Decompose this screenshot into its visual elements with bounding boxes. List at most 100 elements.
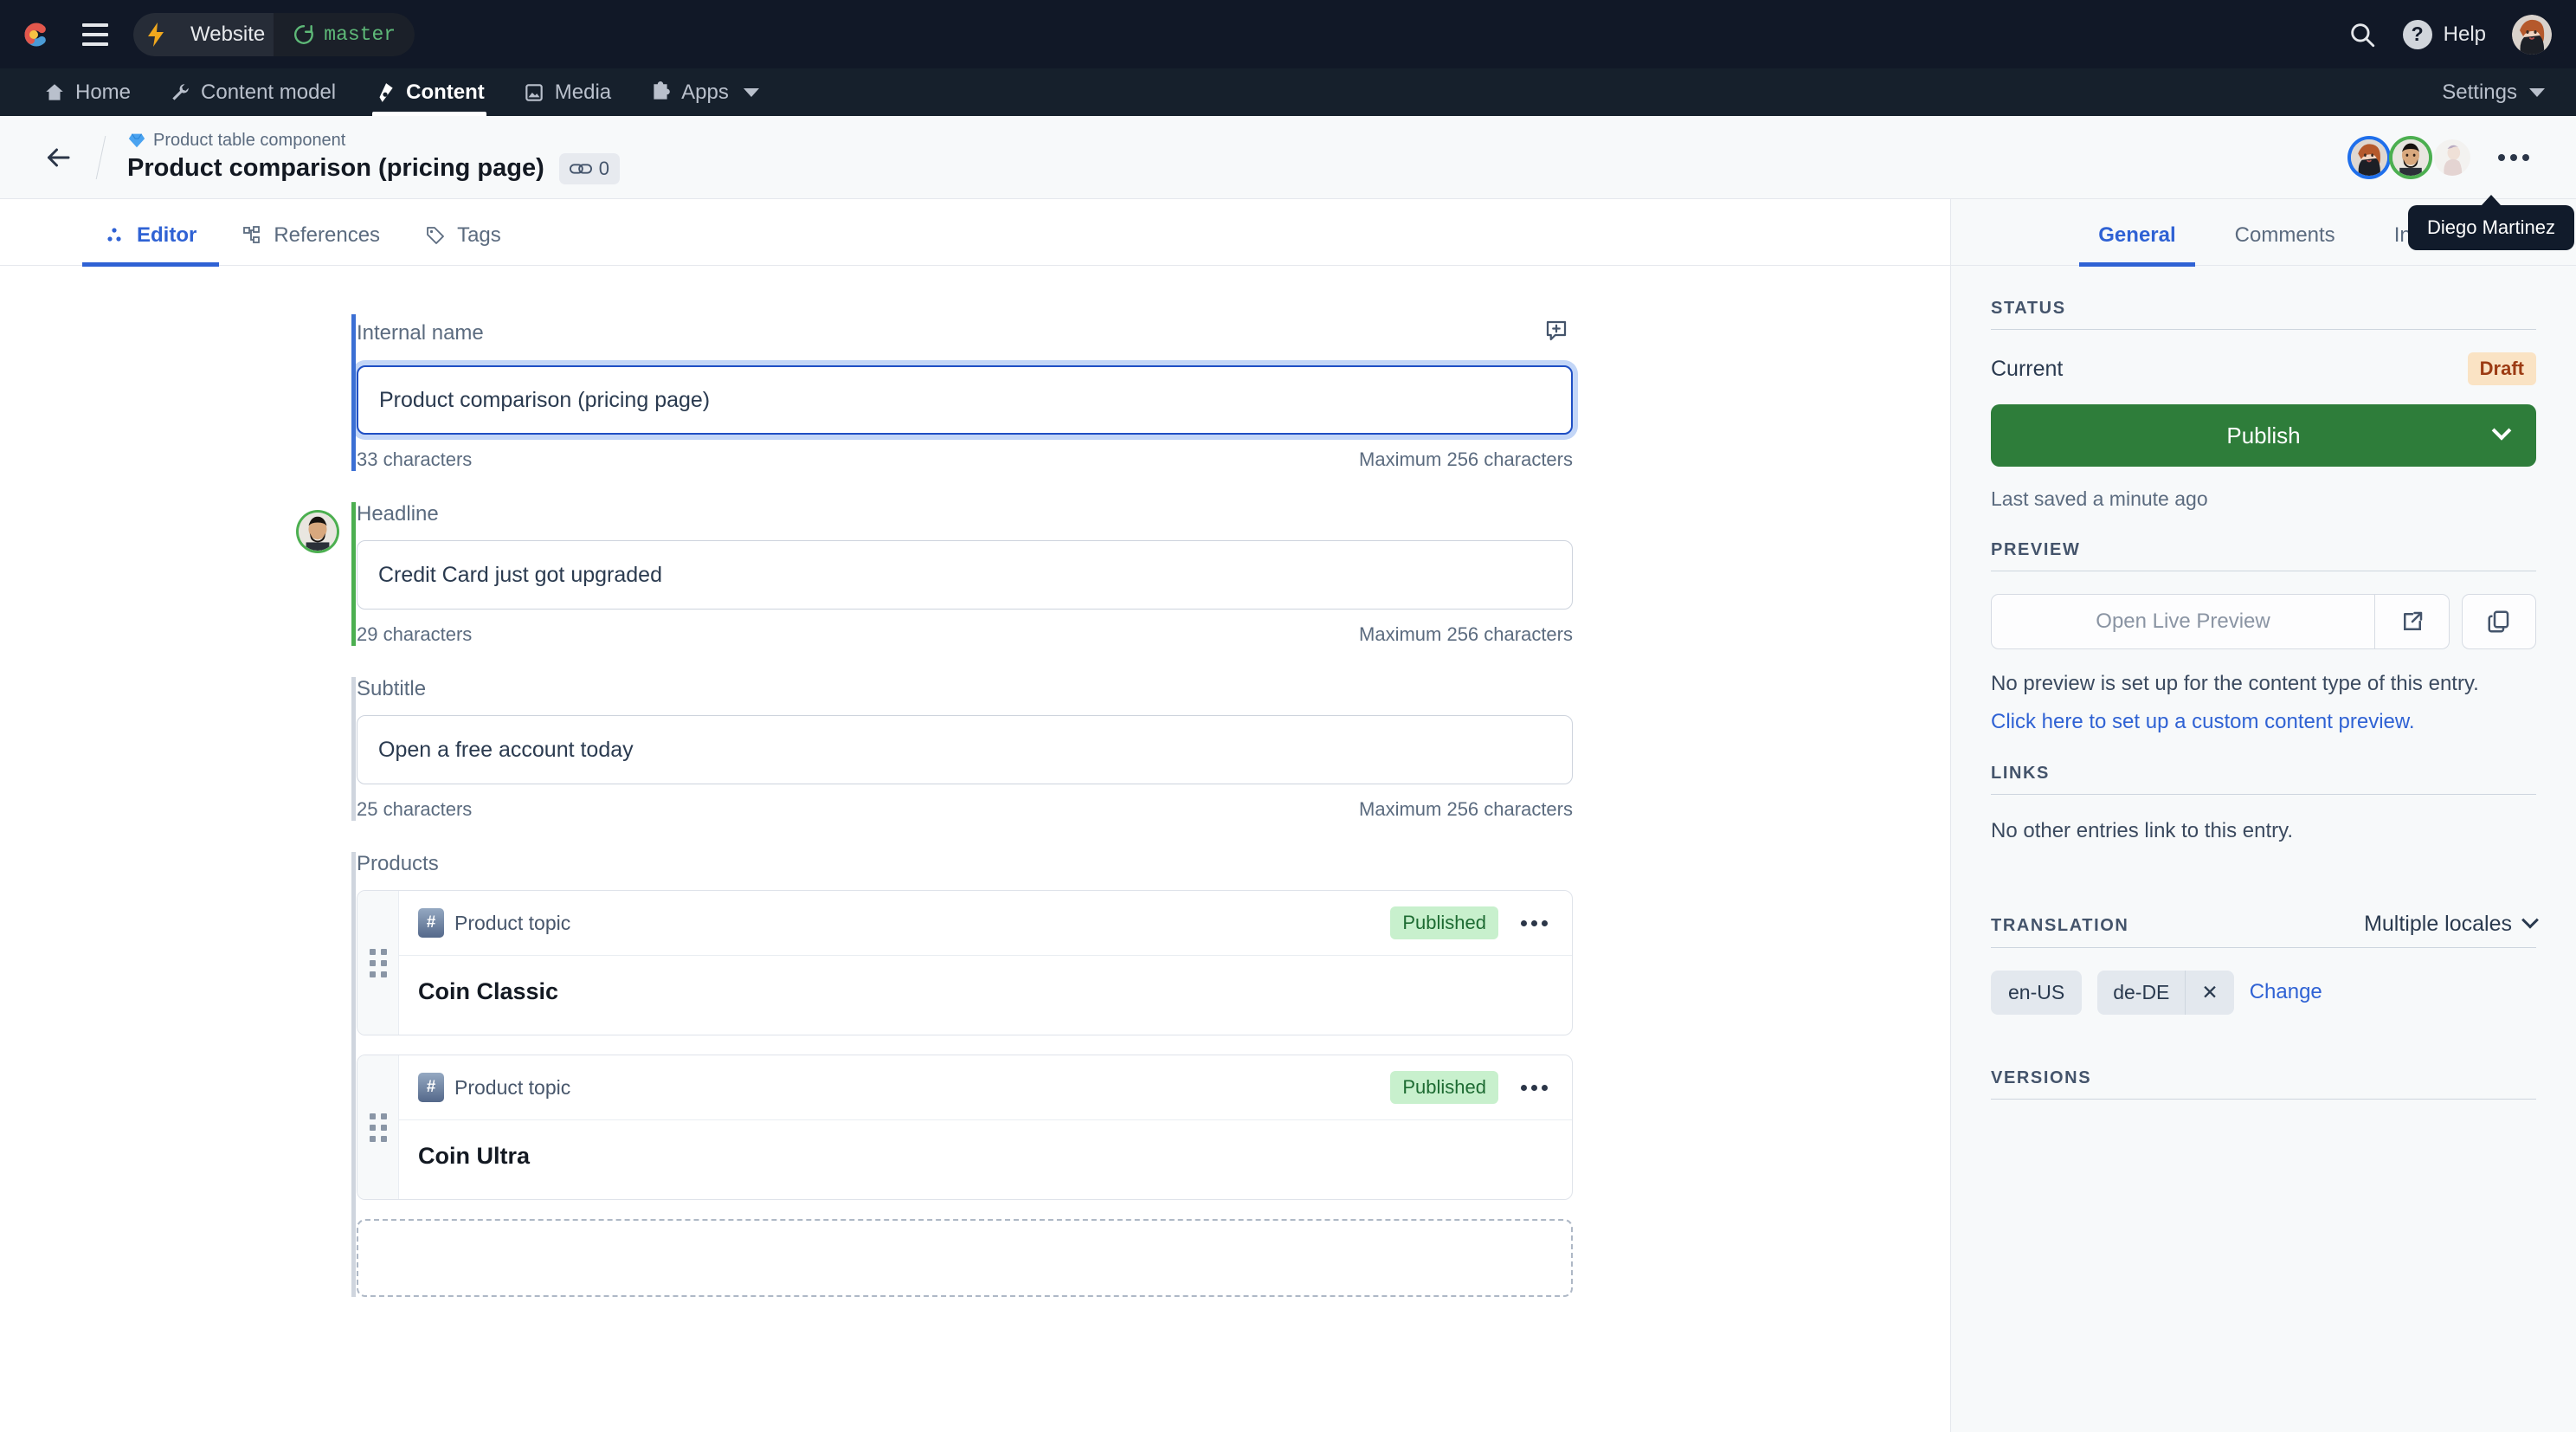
tab-references[interactable]: References — [219, 223, 402, 265]
publish-button[interactable]: Publish — [1991, 404, 2536, 467]
field-inner: Subtitle Open a free account today 25 ch… — [357, 677, 1573, 821]
menu-line — [82, 32, 108, 36]
chevron-down-icon — [743, 87, 759, 97]
branch-selector[interactable]: master — [274, 12, 415, 56]
field-label-row: Internal name — [357, 314, 1573, 352]
entry-card[interactable]: # Product topic Published — [357, 890, 1573, 1035]
card-body: # Product topic Published — [399, 891, 1572, 1035]
tab-label: References — [274, 223, 381, 247]
char-count: 29 characters — [357, 623, 473, 645]
field-collaborator-avatar[interactable] — [299, 513, 337, 551]
external-link-icon — [2403, 611, 2422, 630]
help-label: Help — [2443, 22, 2486, 46]
main-menu-button[interactable] — [76, 16, 114, 54]
menu-line — [82, 23, 108, 27]
help-button[interactable]: ? Help — [2402, 19, 2486, 49]
translation-section-header: TRANSLATION Multiple locales — [1991, 912, 2539, 948]
tag-icon — [427, 227, 444, 244]
field-subtitle: Subtitle Open a free account today 25 ch… — [0, 677, 1950, 821]
card-actions: Published — [1390, 906, 1553, 939]
entry-more-options-button[interactable] — [2486, 145, 2541, 170]
internal-name-input[interactable]: Product comparison (pricing page) — [357, 365, 1573, 435]
setup-preview-link[interactable]: Click here to set up a custom content pr… — [1991, 710, 2536, 734]
links-count-badge[interactable]: 0 — [558, 152, 621, 184]
locale-pill-de-de: de-DE ✕ — [2097, 970, 2234, 1015]
drag-handle-icon[interactable] — [357, 1055, 399, 1199]
presence-tooltip: Diego Martinez — [2408, 194, 2574, 250]
search-button[interactable] — [2347, 20, 2377, 49]
tab-editor[interactable]: Editor — [82, 223, 220, 267]
nav-item-media[interactable]: Media — [504, 68, 630, 116]
open-live-preview-button[interactable]: Open Live Preview — [1991, 594, 2375, 649]
publish-label: Publish — [2226, 422, 2301, 448]
input-value: Open a free account today — [378, 737, 634, 762]
locale-selector[interactable]: Multiple locales — [2364, 912, 2539, 937]
nav-item-home[interactable]: Home — [24, 68, 150, 116]
image-icon — [525, 83, 543, 101]
nav-label: Apps — [681, 80, 729, 104]
user-avatar[interactable] — [2512, 14, 2552, 55]
drag-grid — [369, 948, 387, 977]
input-value: Credit Card just got upgraded — [378, 562, 662, 587]
field-products: Products # Product topic Published Coin … — [0, 852, 1950, 1297]
entry-card[interactable]: # Product topic Published — [357, 1055, 1573, 1200]
drag-dot — [380, 1124, 387, 1131]
change-locales-link[interactable]: Change — [2250, 980, 2322, 1004]
field-inner: Internal name Product comparison (pricin… — [357, 314, 1573, 471]
card-content-type-label: Product topic — [454, 1075, 571, 1099]
space-name-button[interactable]: Website — [178, 12, 288, 56]
sidebar-tab-general[interactable]: General — [2072, 223, 2201, 267]
max-chars: Maximum 256 characters — [1359, 798, 1573, 820]
hash-icon: # — [418, 908, 444, 938]
drag-handle-icon[interactable] — [357, 891, 399, 1035]
last-saved-text: Last saved a minute ago — [1991, 487, 2208, 510]
header-divider — [95, 135, 106, 179]
card-more-options-button[interactable] — [1516, 915, 1553, 932]
nav-label: Content — [406, 80, 485, 104]
sidebar-body: STATUS Current Draft Publish Last saved … — [1951, 266, 2576, 1122]
preview-note: No preview is set up for the content typ… — [1991, 672, 2479, 695]
chevron-down-icon[interactable] — [2491, 421, 2512, 441]
hash-icon: # — [418, 1073, 444, 1102]
add-comment-icon[interactable] — [1540, 314, 1573, 352]
card-more-options-button[interactable] — [1516, 1080, 1553, 1096]
field-accent-bar — [351, 677, 356, 821]
drag-dot — [369, 948, 376, 955]
field-accent-bar — [351, 852, 356, 1297]
close-icon[interactable]: ✕ — [2185, 970, 2233, 1015]
settings-menu-button[interactable]: Settings — [2435, 81, 2552, 105]
pen-nib-icon — [379, 82, 393, 102]
card-header: # Product topic Published — [399, 891, 1572, 956]
entry-dropzone[interactable] — [357, 1219, 1573, 1297]
nav-item-content-model[interactable]: Content model — [150, 68, 355, 116]
field-label: Internal name — [357, 320, 484, 345]
status-badge: Draft — [2467, 352, 2536, 385]
nav-item-content[interactable]: Content — [355, 68, 504, 116]
copy-icon — [2488, 610, 2509, 633]
drag-dot — [369, 1113, 376, 1119]
subtitle-input[interactable]: Open a free account today — [357, 715, 1573, 784]
nav-item-apps[interactable]: Apps — [630, 68, 778, 116]
presence-avatar-2[interactable] — [2392, 139, 2429, 176]
sidebar-tab-comments[interactable]: Comments — [2209, 223, 2361, 265]
card-body: # Product topic Published — [399, 1055, 1572, 1199]
field-inner: Headline Credit Card just got upgraded 2… — [357, 502, 1573, 646]
copy-preview-link-button[interactable] — [2462, 594, 2536, 649]
tab-label: Tags — [457, 223, 501, 247]
back-button[interactable] — [35, 134, 81, 181]
headline-input[interactable]: Credit Card just got upgraded — [357, 540, 1573, 610]
open-external-preview-button[interactable] — [2375, 594, 2450, 649]
entry-fields: Internal name Product comparison (pricin… — [0, 266, 1950, 1297]
breadcrumb[interactable]: Product table component — [127, 131, 620, 151]
field-inner: Products # Product topic Published Coin … — [357, 852, 1573, 1297]
drag-dot — [369, 1135, 376, 1142]
contentful-logo[interactable] — [24, 15, 64, 55]
puzzle-icon — [654, 81, 670, 100]
wrench-icon — [172, 83, 189, 100]
quick-actions-button[interactable] — [133, 12, 178, 56]
presence-avatar-1[interactable] — [2351, 139, 2387, 176]
branch-name: master — [324, 23, 396, 46]
tab-tags[interactable]: Tags — [402, 223, 524, 265]
presence-avatar-3[interactable] — [2434, 139, 2470, 176]
drag-dot — [369, 959, 376, 966]
